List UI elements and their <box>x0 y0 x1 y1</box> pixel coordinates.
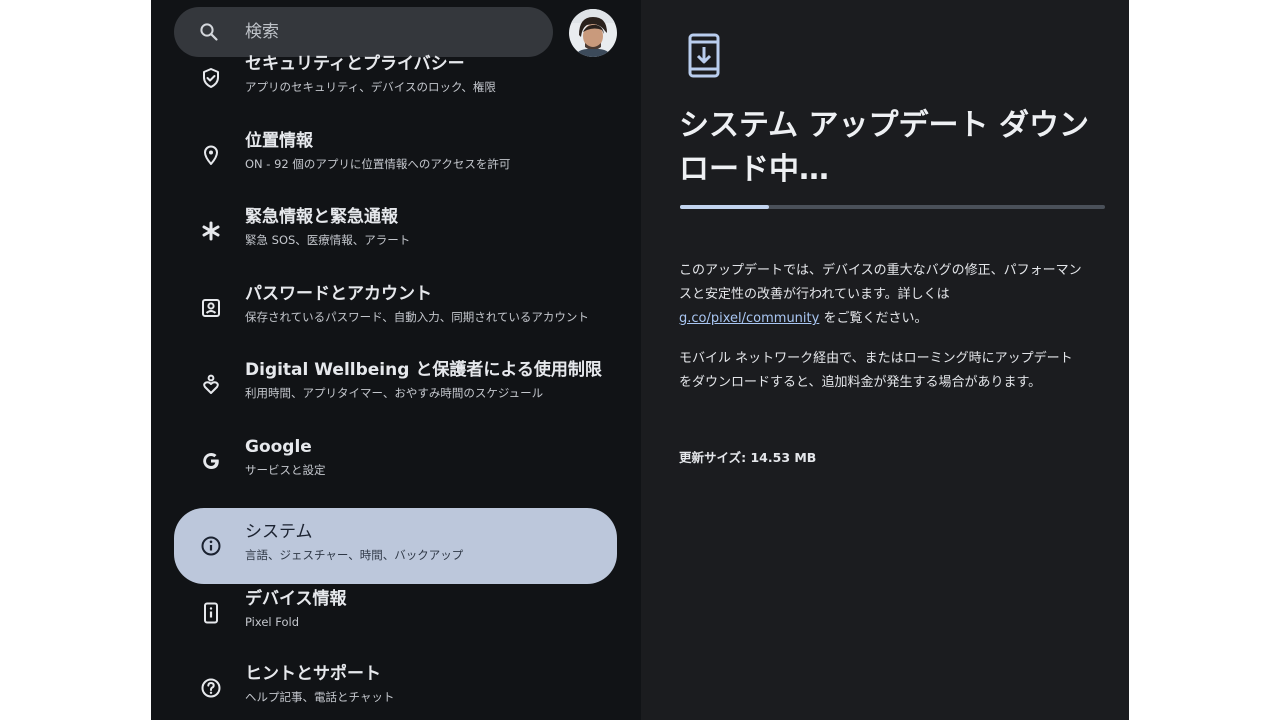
shield-check-icon <box>199 66 223 90</box>
menu-item-subtitle: 緊急 SOS、医療情報、アラート <box>245 233 411 247</box>
menu-item-device-info[interactable]: デバイス情報 Pixel Fold <box>174 575 617 651</box>
menu-item-title: Google <box>245 437 312 457</box>
menu-item-title: セキュリティとプライバシー <box>245 54 465 74</box>
menu-item-subtitle: サービスと設定 <box>245 463 326 477</box>
update-description-text-end: をご覧ください。 <box>819 311 928 326</box>
menu-item-subtitle: 言語、ジェスチャー、時間、バックアップ <box>245 548 464 562</box>
menu-item-security-privacy[interactable]: セキュリティとプライバシー アプリのセキュリティ、デバイスのロック、権限 <box>174 40 617 116</box>
menu-item-title: Digital Wellbeing と保護者による使用制限 <box>245 360 602 380</box>
menu-item-digital-wellbeing[interactable]: Digital Wellbeing と保護者による使用制限 利用時間、アプリタイ… <box>174 346 617 422</box>
system-update-panel: システム アップデート ダウンロード中… このアップデートでは、デバイスの重大な… <box>641 0 1129 720</box>
menu-item-subtitle: 利用時間、アプリタイマー、おやすみ時間のスケジュール <box>245 386 544 400</box>
menu-item-passwords-accounts[interactable]: パスワードとアカウント 保存されているパスワード、自動入力、同期されているアカウ… <box>174 270 617 346</box>
settings-list-panel: 検索 セキュリティとプライバシー アプリのセキュリティ、デバイスのロック、権限 … <box>151 0 641 720</box>
device-info-icon <box>199 601 223 625</box>
search-icon <box>199 22 219 42</box>
menu-item-tips-support[interactable]: ヒントとサポート ヘルプ記事、電話とチャット <box>174 650 617 720</box>
menu-item-title: デバイス情報 <box>245 589 347 609</box>
menu-item-title: システム <box>245 522 313 542</box>
menu-item-title: 緊急情報と緊急通報 <box>245 207 398 227</box>
asterisk-icon <box>199 219 223 243</box>
help-icon <box>199 676 223 700</box>
location-pin-icon <box>199 143 223 167</box>
menu-item-emergency[interactable]: 緊急情報と緊急通報 緊急 SOS、医療情報、アラート <box>174 193 617 269</box>
account-box-icon <box>199 296 223 320</box>
update-description: このアップデートでは、デバイスの重大なバグの修正、パフォーマンスと安定性の改善が… <box>679 259 1084 331</box>
google-icon <box>199 449 223 473</box>
menu-item-system[interactable]: システム 言語、ジェスチャー、時間、バックアップ <box>174 508 617 584</box>
menu-item-title: 位置情報 <box>245 131 313 151</box>
wellbeing-icon <box>199 372 223 396</box>
info-icon <box>199 534 223 558</box>
menu-item-subtitle: Pixel Fold <box>245 615 299 629</box>
update-headline: システム アップデート ダウンロード中… <box>679 108 1089 187</box>
update-size: 更新サイズ: 14.53 MB <box>679 450 817 465</box>
system-update-icon <box>685 32 725 80</box>
download-progress-bar <box>680 205 1105 209</box>
settings-window: 検索 セキュリティとプライバシー アプリのセキュリティ、デバイスのロック、権限 … <box>151 0 1129 720</box>
community-link[interactable]: g.co/pixel/community <box>679 311 819 326</box>
menu-item-google[interactable]: Google サービスと設定 <box>174 423 617 499</box>
mobile-data-warning: モバイル ネットワーク経由で、またはローミング時にアップデートをダウンロードする… <box>679 351 1073 390</box>
menu-item-location[interactable]: 位置情報 ON - 92 個のアプリに位置情報へのアクセスを許可 <box>174 117 617 193</box>
menu-item-title: ヒントとサポート <box>245 664 381 684</box>
download-progress-fill <box>680 205 770 209</box>
menu-item-subtitle: ON - 92 個のアプリに位置情報へのアクセスを許可 <box>245 157 511 171</box>
menu-item-subtitle: 保存されているパスワード、自動入力、同期されているアカウント <box>245 310 589 324</box>
update-description-text: このアップデートでは、デバイスの重大なバグの修正、パフォーマンスと安定性の改善が… <box>679 263 1082 302</box>
menu-item-title: パスワードとアカウント <box>245 284 432 304</box>
menu-item-subtitle: ヘルプ記事、電話とチャット <box>245 690 395 704</box>
menu-item-subtitle: アプリのセキュリティ、デバイスのロック、権限 <box>245 80 496 94</box>
